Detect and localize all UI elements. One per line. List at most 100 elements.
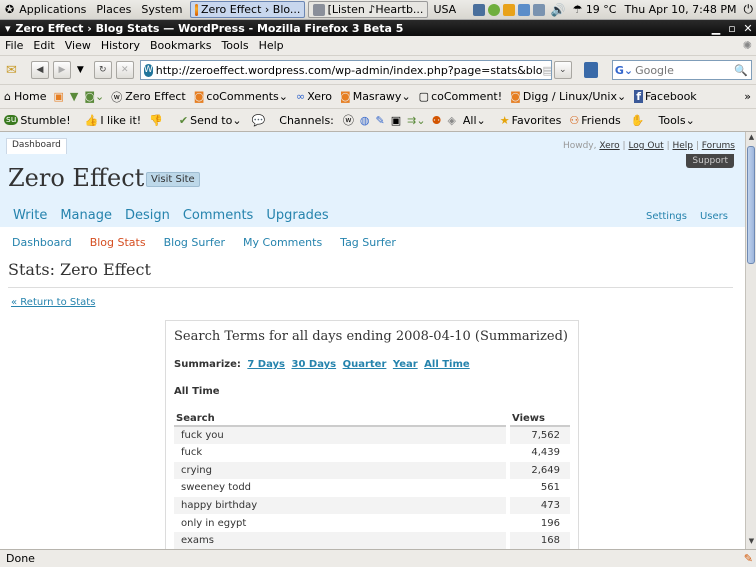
back-button[interactable]: ◀: [30, 61, 49, 79]
share-icon[interactable]: ✋: [631, 114, 645, 127]
menu-manage[interactable]: Manage: [60, 208, 112, 223]
forward-button[interactable]: ▶: [52, 61, 71, 79]
scroll-down-icon[interactable]: ▼: [747, 537, 756, 548]
minimize-icon[interactable]: ▁: [708, 22, 724, 35]
channels-all-dropdown[interactable]: All ⌄: [459, 114, 490, 127]
scrollbar-thumb[interactable]: [747, 146, 755, 264]
menu-history[interactable]: History: [96, 39, 145, 52]
favorites-button[interactable]: ★ Favorites: [496, 114, 566, 127]
bookmark-zero-effect[interactable]: ⓦ Zero Effect: [107, 89, 189, 105]
submenu-blog-stats[interactable]: Blog Stats: [90, 236, 146, 249]
bookmark-home[interactable]: ⌂ Home: [0, 90, 50, 103]
submenu-my-comments[interactable]: My Comments: [243, 236, 322, 249]
channel-tag-icon[interactable]: ◈: [447, 114, 455, 127]
submenu-tag-surfer[interactable]: Tag Surfer: [340, 236, 396, 249]
channel-globe-icon[interactable]: ◍: [360, 114, 370, 127]
friends-button[interactable]: ⚇ Friends: [565, 114, 624, 127]
pidgin-icon[interactable]: [487, 3, 500, 16]
history-dropdown-icon[interactable]: ▼: [77, 65, 84, 75]
dashboard-tab[interactable]: Dashboard: [6, 138, 67, 154]
summarize-year-link[interactable]: Year: [393, 359, 418, 370]
return-to-stats-link[interactable]: « Return to Stats: [11, 297, 95, 308]
stop-button[interactable]: ✕: [115, 61, 134, 79]
summarize-7-days-link[interactable]: 7 Days: [247, 359, 285, 370]
rss-toolbar-icon[interactable]: ◙⌄: [84, 90, 104, 103]
clock[interactable]: Thu Apr 10, 7:48 PM: [625, 3, 737, 16]
summarize-all-time-link[interactable]: All Time: [424, 359, 470, 370]
visit-site-button[interactable]: Visit Site: [146, 172, 200, 187]
status-addon-icon[interactable]: ✎: [744, 552, 753, 565]
url-dropdown-button[interactable]: ⌄: [553, 61, 572, 79]
menu-write[interactable]: Write: [13, 208, 47, 223]
tools-dropdown[interactable]: Tools ⌄: [654, 114, 698, 127]
stumble-button[interactable]: su Stumble!: [0, 114, 75, 127]
menu-tools[interactable]: Tools: [216, 39, 253, 52]
weather-temperature[interactable]: ☂ 19 °C: [572, 3, 616, 16]
update-icon[interactable]: [502, 3, 515, 16]
send-to-button[interactable]: ✔ Send to ⌄: [175, 114, 246, 127]
maximize-icon[interactable]: ▫: [724, 22, 740, 35]
menu-file[interactable]: File: [0, 39, 28, 52]
monitor-icon[interactable]: [532, 3, 545, 16]
bookmark-cocomment[interactable]: ▢ coComment!: [415, 90, 507, 103]
submenu-dashboard[interactable]: Dashboard: [12, 236, 72, 249]
logout-link[interactable]: Log Out: [628, 141, 663, 151]
menu-design[interactable]: Design: [125, 208, 170, 223]
bookmark-digg[interactable]: ◙ Digg / Linux/Unix ⌄: [506, 90, 630, 103]
thumbs-down-icon[interactable]: 👎: [149, 114, 163, 127]
channel-wordpress-icon[interactable]: ⓦ: [343, 112, 354, 128]
search-icon[interactable]: 🔍: [734, 64, 748, 77]
keyboard-layout-indicator[interactable]: USA: [428, 3, 461, 16]
mail-toolbar-icon[interactable]: ▼: [70, 90, 78, 103]
menu-users[interactable]: Users: [700, 211, 728, 222]
close-icon[interactable]: ✕: [740, 22, 756, 35]
comment-icon[interactable]: 💬: [252, 114, 266, 127]
feed-icon[interactable]: ▤: [543, 64, 551, 77]
taskbar-item-firefox[interactable]: Zero Effect › Blo...: [190, 1, 306, 18]
menu-view[interactable]: View: [60, 39, 96, 52]
menu-edit[interactable]: Edit: [28, 39, 59, 52]
gnome-foot-icon[interactable]: ✪: [0, 3, 14, 16]
menu-settings[interactable]: Settings: [646, 211, 687, 222]
chevron-overflow-icon[interactable]: »: [744, 90, 751, 103]
bookmark-masrawy[interactable]: ◙ Masrawy ⌄: [336, 90, 415, 103]
network-icon[interactable]: [472, 3, 485, 16]
vertical-scrollbar[interactable]: ▲ ▼: [745, 132, 756, 549]
bookmark-facebook[interactable]: f Facebook: [630, 90, 700, 103]
window-titlebar[interactable]: ▾ Zero Effect › Blog Stats — WordPress -…: [0, 20, 756, 36]
feed-toolbar-icon[interactable]: ▣: [53, 90, 63, 103]
bookmark-cocomments[interactable]: ◙ coComments ⌄: [190, 90, 292, 103]
search-box[interactable]: G⌄ 🔍: [611, 60, 752, 80]
menu-help[interactable]: Help: [254, 39, 289, 52]
support-tab[interactable]: Support: [686, 154, 734, 168]
reload-button[interactable]: ↻: [93, 61, 112, 79]
volume-icon[interactable]: 🔊: [551, 3, 566, 17]
summarize-quarter-link[interactable]: Quarter: [343, 359, 387, 370]
bookmark-xero[interactable]: ∞ Xero: [292, 90, 336, 103]
scroll-up-icon[interactable]: ▲: [747, 133, 756, 144]
window-menu-icon[interactable]: ▾: [5, 22, 11, 35]
panel-menu-system[interactable]: System: [136, 3, 187, 16]
channel-photo-icon[interactable]: ▣: [391, 114, 401, 127]
user-link[interactable]: Xero: [599, 141, 619, 151]
power-icon[interactable]: ⏻: [744, 2, 754, 17]
google-engine-icon[interactable]: G⌄: [615, 64, 633, 77]
forums-link[interactable]: Forums: [702, 141, 735, 151]
channel-news-icon[interactable]: ✎: [376, 114, 385, 127]
panel-menu-applications[interactable]: Applications: [14, 3, 91, 16]
bookmark-star-icon[interactable]: ✉: [6, 63, 17, 78]
menu-upgrades[interactable]: Upgrades: [266, 208, 328, 223]
channel-video-icon[interactable]: ⇉⌄: [407, 114, 425, 127]
search-input[interactable]: [635, 63, 728, 77]
display-icon[interactable]: [517, 3, 530, 16]
help-link[interactable]: Help: [672, 141, 693, 151]
url-bar[interactable]: W http://zeroeffect.wordpress.com/wp-adm…: [139, 60, 552, 80]
taskbar-item-music[interactable]: [Listen ♪Heartb...: [308, 1, 429, 18]
channel-people-icon[interactable]: ⚉: [432, 114, 442, 127]
summarize-30-days-link[interactable]: 30 Days: [292, 359, 337, 370]
extension-icon[interactable]: [583, 62, 598, 78]
panel-menu-places[interactable]: Places: [91, 3, 136, 16]
menu-comments[interactable]: Comments: [183, 208, 253, 223]
menu-bookmarks[interactable]: Bookmarks: [145, 39, 216, 52]
submenu-blog-surfer[interactable]: Blog Surfer: [164, 236, 225, 249]
